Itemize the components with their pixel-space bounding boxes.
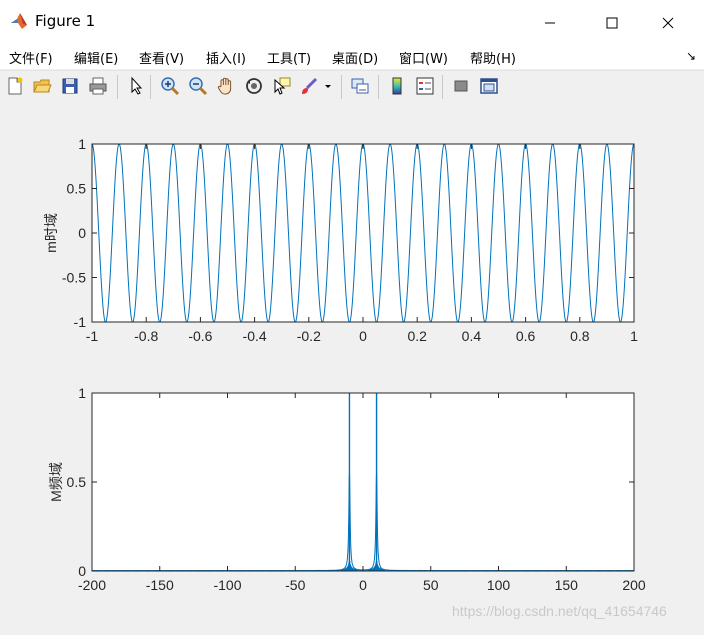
x-tick-label: -1: [86, 328, 99, 344]
menu-window[interactable]: 窗口(W): [399, 48, 448, 67]
menu-file[interactable]: 文件(F): [9, 48, 53, 67]
maximize-button[interactable]: [589, 0, 635, 45]
toolbar-separator: [117, 75, 118, 99]
hide-plot-tools-icon[interactable]: [449, 74, 473, 98]
x-tick-label: -100: [213, 577, 241, 593]
menu-view[interactable]: 查看(V): [139, 48, 184, 67]
title-bar[interactable]: Figure 1: [0, 0, 704, 45]
x-tick-label: -0.8: [134, 328, 158, 344]
watermark-text: https://blog.csdn.net/qq_41654746: [452, 603, 667, 619]
minimize-button[interactable]: [527, 0, 573, 45]
x-tick-label: 1: [630, 328, 638, 344]
toolbar-separator: [378, 75, 379, 99]
print-icon[interactable]: [86, 74, 110, 98]
maximize-icon: [606, 17, 618, 28]
y-axis-label: M频域: [48, 462, 64, 502]
y-tick-label: 1: [78, 136, 86, 152]
zoom-in-icon[interactable]: [158, 74, 182, 98]
edit-plot-arrow-icon[interactable]: [124, 74, 148, 98]
link-plot-icon[interactable]: [348, 74, 372, 98]
rotate-3d-icon[interactable]: [242, 74, 266, 98]
figure-window: Figure 1 文件(F) 编辑(E) 查看(V) 插入(I) 工具(T) 桌…: [0, 0, 704, 631]
toolbar: [0, 70, 704, 104]
close-icon: [662, 17, 674, 28]
plot-canvas: -1 -0.8 -0.6 -0.4 -0.2 0 0.2 0.4 0.6 0.8 1 -1 -0.5 0 0…: [43, 136, 646, 593]
x-tick-label: -150: [146, 577, 174, 593]
show-plot-tools-icon[interactable]: [477, 74, 501, 98]
toolbar-separator: [150, 75, 151, 99]
x-tick-label: 0: [359, 577, 367, 593]
y-tick-label: 0.5: [67, 181, 87, 197]
x-tick-label: -0.2: [297, 328, 321, 344]
y-tick-label: 0: [78, 225, 86, 241]
brush-icon[interactable]: [297, 74, 321, 98]
y-tick-label: -0.5: [62, 270, 86, 286]
menu-bar: 文件(F) 编辑(E) 查看(V) 插入(I) 工具(T) 桌面(D) 窗口(W…: [0, 45, 704, 69]
menu-edit[interactable]: 编辑(E): [74, 48, 118, 67]
insert-colorbar-icon[interactable]: [385, 74, 409, 98]
minimize-icon: [545, 22, 555, 23]
toolbar-separator: [442, 75, 443, 99]
save-icon[interactable]: [58, 74, 82, 98]
y-tick-label: -1: [74, 314, 87, 330]
pan-hand-icon[interactable]: [214, 74, 238, 98]
figure-canvas: -1 -0.8 -0.6 -0.4 -0.2 0 0.2 0.4 0.6 0.8 1 -1 -0.5 0 0…: [0, 103, 704, 631]
menu-desktop[interactable]: 桌面(D): [332, 48, 378, 67]
zoom-out-icon[interactable]: [186, 74, 210, 98]
y-tick-label: 0.5: [67, 474, 87, 490]
open-file-icon[interactable]: [30, 74, 54, 98]
menu-insert[interactable]: 插入(I): [206, 48, 246, 67]
toolbar-separator: [341, 75, 342, 99]
x-tick-label: -0.4: [243, 328, 267, 344]
x-tick-label: 0: [359, 328, 367, 344]
x-tick-label: -50: [285, 577, 305, 593]
axes-background: [92, 144, 634, 322]
x-tick-label: 100: [487, 577, 511, 593]
window-title: Figure 1: [35, 12, 96, 30]
close-button[interactable]: [645, 0, 691, 45]
dock-arrow-icon[interactable]: ↘: [686, 49, 696, 63]
x-tick-label: 50: [423, 577, 439, 593]
menu-tools[interactable]: 工具(T): [267, 48, 311, 67]
x-tick-label: -0.6: [188, 328, 212, 344]
brush-dropdown-icon[interactable]: [321, 74, 335, 98]
x-tick-label: 0.6: [516, 328, 536, 344]
y-tick-label: 1: [78, 385, 86, 401]
x-tick-label: -200: [78, 577, 106, 593]
data-cursor-icon[interactable]: [270, 74, 294, 98]
y-tick-label: 0: [78, 563, 86, 579]
x-tick-label: 0.4: [462, 328, 482, 344]
x-tick-label: 200: [622, 577, 646, 593]
y-axis-label: m时域: [43, 213, 59, 253]
menu-help[interactable]: 帮助(H): [470, 48, 516, 67]
axes-background: [92, 393, 634, 571]
x-tick-label: 0.8: [570, 328, 590, 344]
matlab-logo-icon: [10, 12, 28, 30]
new-figure-icon[interactable]: [3, 74, 27, 98]
x-tick-label: 150: [555, 577, 579, 593]
insert-legend-icon[interactable]: [413, 74, 437, 98]
x-tick-label: 0.2: [407, 328, 427, 344]
